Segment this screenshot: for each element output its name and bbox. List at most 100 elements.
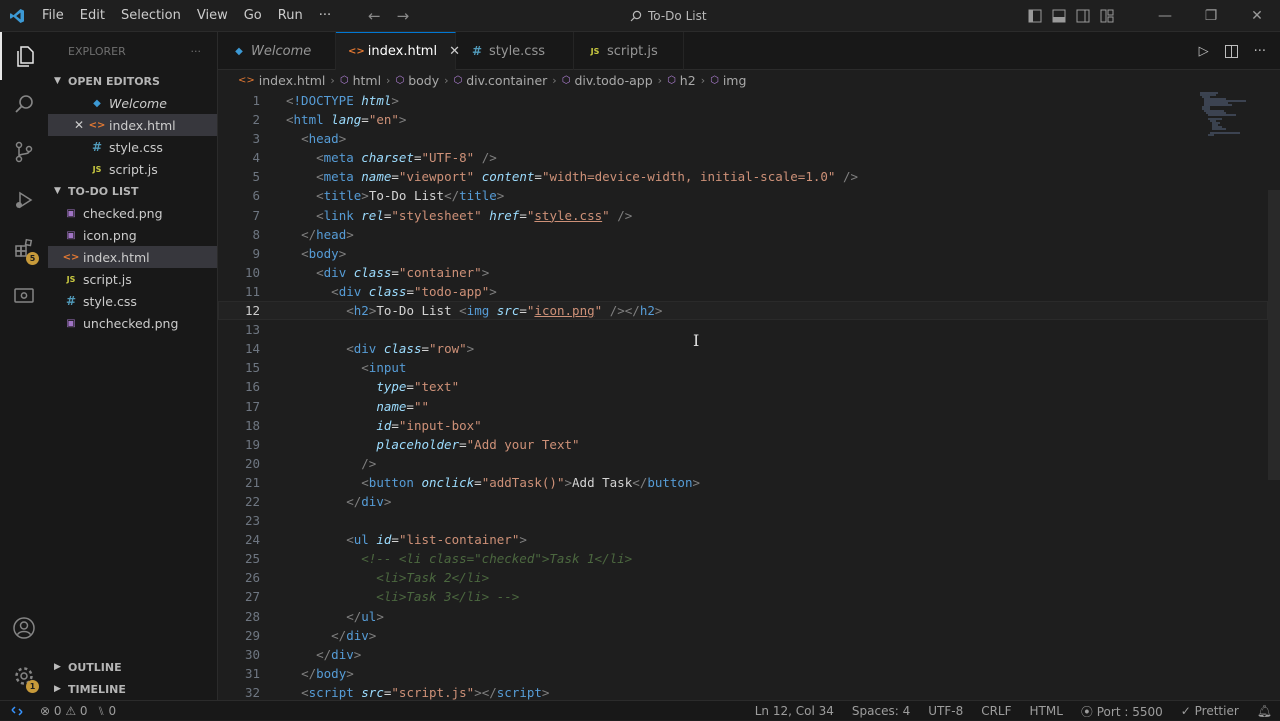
line-number: 27: [244, 589, 260, 605]
open-editor-index-html[interactable]: ✕ <> index.html: [48, 114, 217, 136]
open-editor-script-js[interactable]: JS script.js: [48, 158, 217, 180]
tab-label: index.html: [367, 44, 438, 59]
tab-index-html[interactable]: <> index.html ✕: [336, 32, 460, 70]
encoding-status[interactable]: UTF-8: [928, 704, 963, 718]
cursor-position[interactable]: Ln 12, Col 34: [755, 704, 834, 718]
open-editor-style-css[interactable]: # style.css: [48, 136, 217, 158]
line-number: 13: [244, 322, 260, 338]
window-controls: — ❐ ✕: [1028, 0, 1280, 32]
tab-style-css[interactable]: # style.css: [456, 32, 574, 70]
forward-arrow-icon[interactable]: →: [397, 7, 410, 25]
manage-activity[interactable]: 1: [0, 652, 48, 700]
css-icon: #: [471, 44, 483, 58]
file-checked-png[interactable]: ▣ checked.png: [48, 202, 217, 224]
activity-bar: 5 1: [0, 32, 48, 700]
image-icon: ▣: [66, 317, 76, 329]
search-icon: [15, 95, 33, 113]
remote-explorer-activity[interactable]: [0, 272, 48, 320]
accounts-activity[interactable]: [0, 604, 48, 652]
code-line: 11 <div class="todo-app">: [218, 282, 1268, 301]
split-editor-icon[interactable]: [1224, 44, 1238, 58]
open-editor-label: index.html: [109, 117, 176, 133]
run-debug-activity[interactable]: [0, 176, 48, 224]
toggle-secondary-sidebar-icon[interactable]: [1076, 9, 1090, 23]
file-label: icon.png: [83, 227, 137, 243]
tab-script-js[interactable]: JS script.js: [574, 32, 684, 70]
todo-list-folder-section[interactable]: ▼ TO-DO LIST: [48, 180, 217, 202]
menu-go[interactable]: Go: [236, 0, 270, 32]
code-line: 7 <link rel="stylesheet" href="style.css…: [218, 206, 1268, 225]
open-editor-label: script.js: [109, 161, 158, 177]
line-number: 14: [244, 341, 260, 357]
toggle-primary-sidebar-icon[interactable]: [1028, 9, 1042, 23]
source-control-activity[interactable]: [0, 128, 48, 176]
extensions-activity[interactable]: 5: [0, 224, 48, 272]
line-number: 4: [252, 150, 260, 166]
chevron-right-icon: ›: [386, 73, 391, 87]
file-script-js[interactable]: JS script.js: [48, 268, 217, 290]
chevron-right-icon: ▶: [54, 662, 61, 672]
file-index-html[interactable]: <> index.html: [48, 246, 217, 268]
breadcrumb-item[interactable]: body: [408, 73, 439, 88]
code-line: 16 type="text": [218, 377, 1268, 396]
menu-run[interactable]: Run: [270, 0, 311, 32]
breadcrumb-item[interactable]: index.html: [259, 73, 326, 88]
open-editor-welcome[interactable]: ◆ Welcome: [48, 92, 217, 114]
minimize-icon[interactable]: —: [1142, 8, 1188, 24]
breadcrumb-item[interactable]: img: [723, 73, 747, 88]
line-number: 32: [244, 684, 260, 700]
customize-layout-icon[interactable]: [1100, 9, 1114, 23]
open-editors-section[interactable]: ▼ OPEN EDITORS: [48, 70, 217, 92]
command-center-search[interactable]: To-Do List: [630, 6, 750, 26]
menu-edit[interactable]: Edit: [72, 0, 113, 32]
prettier-status[interactable]: ✓ Prettier: [1181, 704, 1239, 718]
remote-indicator-icon[interactable]: [0, 701, 34, 721]
file-label: unchecked.png: [83, 315, 179, 331]
breadcrumb-item[interactable]: h2: [680, 73, 696, 88]
more-actions-icon[interactable]: ···: [1254, 44, 1266, 59]
code-line: 23: [218, 511, 1268, 530]
tab-welcome[interactable]: ◆ Welcome: [218, 32, 336, 70]
chevron-right-icon: ›: [330, 73, 335, 87]
vertical-scrollbar[interactable]: [1268, 190, 1280, 480]
breadcrumb-item[interactable]: div.container: [466, 73, 547, 88]
outline-section[interactable]: ▶ OUTLINE: [48, 656, 218, 678]
breadcrumb-item[interactable]: div.todo-app: [574, 73, 652, 88]
more-actions-icon[interactable]: ···: [191, 45, 202, 58]
file-unchecked-png[interactable]: ▣ unchecked.png: [48, 312, 217, 334]
ports-status[interactable]: ⑊ 0: [98, 704, 117, 718]
line-number: 24: [244, 532, 260, 548]
eol-status[interactable]: CRLF: [981, 704, 1011, 718]
explorer-activity[interactable]: [0, 32, 48, 80]
live-server-port[interactable]: ⦿ Port : 5500: [1081, 703, 1163, 720]
code-editor[interactable]: 1 <!DOCTYPE html> 2 <html lang="en"> 3 <he…: [218, 90, 1280, 700]
indentation-status[interactable]: Spaces: 4: [852, 704, 910, 718]
timeline-label: TIMELINE: [68, 682, 126, 696]
chevron-right-icon: ›: [552, 73, 557, 87]
problems-status[interactable]: ⊗ 0 ⚠ 0: [40, 704, 88, 718]
status-bar: ⊗ 0 ⚠ 0 ⑊ 0 Ln 12, Col 34 Spaces: 4 UTF-…: [0, 700, 1280, 720]
file-style-css[interactable]: # style.css: [48, 290, 217, 312]
restore-icon[interactable]: ❐: [1188, 8, 1234, 24]
code-line: 18 id="input-box": [218, 416, 1268, 435]
breadcrumb-item[interactable]: html: [353, 73, 381, 88]
toggle-panel-icon[interactable]: [1052, 9, 1066, 23]
file-label: script.js: [83, 271, 132, 287]
run-icon[interactable]: ▷: [1199, 44, 1209, 59]
menu-more[interactable]: ···: [311, 0, 339, 32]
line-number: 15: [244, 360, 260, 376]
close-icon[interactable]: ✕: [74, 118, 88, 132]
file-icon-png[interactable]: ▣ icon.png: [48, 224, 217, 246]
code-line: 29 </div>: [218, 626, 1268, 645]
chevron-down-icon: ▼: [54, 186, 61, 196]
search-activity[interactable]: [0, 80, 48, 128]
menu-view[interactable]: View: [189, 0, 236, 32]
minimap[interactable]: [1196, 90, 1256, 140]
back-arrow-icon[interactable]: ←: [368, 7, 381, 25]
menu-file[interactable]: File: [34, 0, 72, 32]
notifications-bell-icon[interactable]: 🔔︎: [1257, 704, 1272, 718]
timeline-section[interactable]: ▶ TIMELINE: [48, 678, 218, 700]
close-window-icon[interactable]: ✕: [1234, 8, 1280, 24]
menu-selection[interactable]: Selection: [113, 0, 189, 32]
language-mode[interactable]: HTML: [1030, 704, 1063, 718]
